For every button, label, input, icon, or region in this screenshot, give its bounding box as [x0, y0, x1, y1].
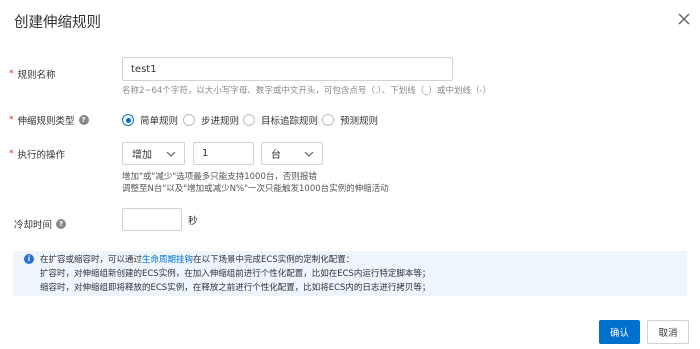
- rule-name-value: test1: [131, 63, 157, 75]
- action-select[interactable]: 增加: [122, 142, 185, 165]
- cooldown-input[interactable]: [122, 208, 182, 231]
- info-line-3: 缩容时，对伸缩组即将释放的ECS实例，在释放之前进行个性化配置，比如将ECS内的…: [40, 283, 431, 293]
- help-icon[interactable]: ?: [78, 115, 89, 125]
- radio-label: 步进规则: [201, 116, 240, 127]
- rule-name-input[interactable]: test1: [122, 57, 453, 81]
- radio-label: 预测规则: [340, 116, 379, 127]
- chevron-down-icon: [304, 151, 314, 157]
- cooldown-unit: 秒: [188, 216, 198, 227]
- rule-name-label-text: 规则名称: [17, 70, 56, 81]
- radio-label: 目标追踪规则: [261, 116, 319, 127]
- radio-predictive-rule[interactable]: 预测规则: [322, 113, 378, 127]
- operation-label: * 执行的操作: [9, 147, 65, 161]
- close-icon[interactable]: [677, 12, 691, 26]
- required-marker: *: [9, 69, 14, 79]
- info-line-1-prefix: 在扩容或缩容时，可以通过: [40, 255, 143, 265]
- info-line-2: 扩容时，对伸缩组新创建的ECS实例，在加入伸缩组前进行个性化配置，比如在ECS内…: [40, 269, 431, 279]
- radio-icon: [322, 114, 334, 126]
- amount-input[interactable]: 1: [193, 142, 254, 165]
- radio-selected-icon: [122, 114, 134, 126]
- help-icon[interactable]: ?: [56, 219, 67, 229]
- radio-label: 简单规则: [140, 116, 179, 127]
- cancel-button[interactable]: 取消: [647, 320, 689, 344]
- info-box: i 在扩容或缩容时，可以通过生命周期挂钩在以下场景中完成ECS实例的定制化配置：…: [13, 251, 687, 296]
- info-line-1: 在扩容或缩容时，可以通过生命周期挂钩在以下场景中完成ECS实例的定制化配置：: [40, 253, 354, 265]
- required-marker: *: [9, 149, 14, 159]
- action-value: 增加: [132, 150, 152, 161]
- radio-target-tracking-rule[interactable]: 目标追踪规则: [243, 113, 318, 127]
- operation-hint-1: 增加"或"减少"选项最多只能支持1000台，否则报错: [122, 172, 317, 182]
- unit-value: 台: [271, 150, 281, 161]
- unit-select[interactable]: 台: [261, 142, 323, 165]
- cooldown-label-text: 冷却时间: [14, 220, 53, 231]
- lifecycle-hook-link[interactable]: 生命周期挂钩: [142, 255, 193, 265]
- info-line-1-suffix: 在以下场景中完成ECS实例的定制化配置：: [193, 255, 355, 265]
- radio-icon: [243, 114, 255, 126]
- info-icon: i: [24, 254, 34, 264]
- rule-type-label-text: 伸缩规则类型: [17, 116, 75, 127]
- radio-step-rule[interactable]: 步进规则: [183, 113, 239, 127]
- rule-type-label: * 伸缩规则类型 ?: [9, 113, 89, 127]
- dialog-title: 创建伸缩规则: [14, 15, 101, 31]
- radio-simple-rule[interactable]: 简单规则: [122, 113, 178, 127]
- rule-name-hint: 名称2~64个字符，以大小写字母、数字或中文开头，可包含点号（.）、下划线（_）…: [122, 86, 492, 96]
- operation-hint-2: 调整至N台"以及"增加或减少N%"一次只能触发1000台实例的伸缩活动: [122, 184, 389, 194]
- radio-icon: [183, 114, 195, 126]
- chevron-down-icon: [166, 151, 176, 157]
- confirm-button[interactable]: 确认: [599, 320, 640, 344]
- amount-value: 1: [202, 148, 209, 159]
- cooldown-label: 冷却时间 ?: [14, 217, 67, 231]
- required-marker: *: [9, 115, 14, 125]
- operation-label-text: 执行的操作: [17, 150, 66, 161]
- rule-name-label: * 规则名称: [9, 67, 56, 81]
